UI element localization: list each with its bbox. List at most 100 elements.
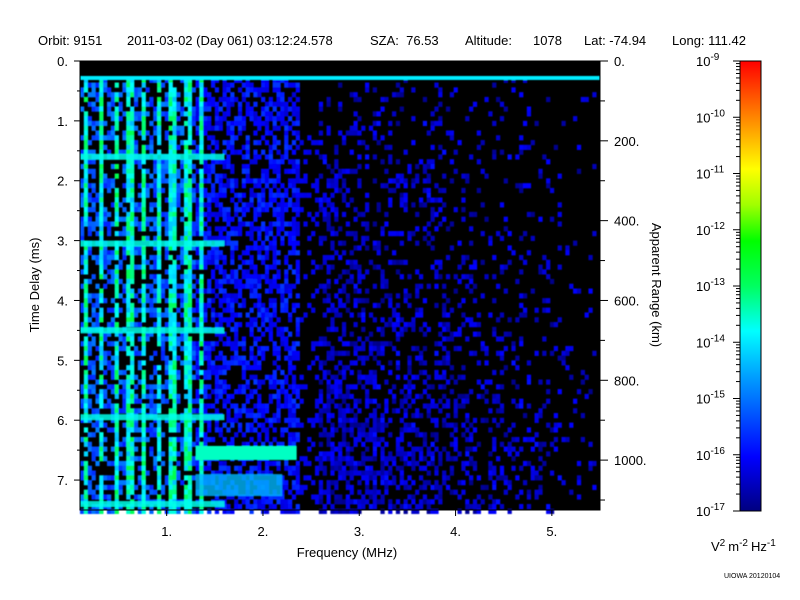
spectral-cell	[95, 312, 100, 318]
spectral-cell	[338, 173, 343, 179]
spectral-cell	[187, 307, 193, 313]
spectral-cell	[338, 417, 343, 423]
spectral-cell	[264, 154, 270, 160]
spectral-cell	[226, 101, 231, 107]
spectral-cell	[257, 408, 262, 414]
spectral-cell	[83, 389, 89, 395]
spectral-cell	[226, 336, 231, 342]
spectral-cell	[130, 408, 135, 414]
spectral-cell	[99, 403, 104, 409]
spectral-cell	[222, 288, 227, 294]
spectral-cell	[249, 106, 254, 112]
spectral-cell	[126, 82, 131, 88]
spectral-cell	[110, 101, 116, 107]
spectral-cell	[422, 360, 428, 366]
spectral-cell	[99, 221, 104, 227]
spectral-cell	[218, 211, 223, 218]
spectral-cell	[114, 293, 119, 299]
spectral-cell	[172, 116, 177, 122]
spectral-cell	[99, 173, 104, 179]
spectral-cell	[180, 480, 185, 486]
spectral-cell	[384, 168, 389, 174]
spectral-cell	[145, 283, 150, 289]
spectral-cell	[522, 120, 528, 127]
spectral-cell	[442, 187, 447, 194]
spectral-cell	[237, 216, 243, 222]
spectral-cell	[322, 207, 327, 213]
spectral-cell	[488, 470, 493, 476]
spectral-cell	[157, 456, 162, 462]
spectral-cell	[534, 317, 539, 323]
spectral-cell	[349, 432, 354, 438]
spectral-cell	[172, 345, 177, 352]
spectral-cell	[284, 480, 289, 486]
spectral-cell	[203, 403, 208, 409]
spectral-cell	[276, 408, 281, 414]
spectral-cell	[214, 101, 220, 107]
spectral-cell	[176, 168, 181, 174]
spectral-cell	[168, 82, 173, 88]
spectral-cell	[453, 274, 458, 280]
spectral-cell	[99, 116, 104, 122]
spectral-cell	[407, 369, 412, 376]
spectral-cell	[245, 245, 250, 251]
spectral-cell	[395, 465, 401, 471]
spectral-cell	[338, 413, 343, 419]
spectral-cell	[295, 250, 300, 256]
spectral-cell	[187, 403, 193, 409]
spectral-cell	[149, 101, 154, 107]
spectral-cell	[83, 111, 89, 117]
spectral-cell	[588, 465, 593, 471]
spectral-cell	[280, 202, 285, 208]
spectral-cell	[268, 264, 273, 270]
spectral-cell	[492, 120, 497, 127]
spectral-cell	[83, 307, 89, 313]
spectral-cell	[318, 480, 324, 486]
spectral-cell	[261, 408, 266, 414]
spectral-cell	[565, 436, 570, 443]
spectral-cell	[496, 231, 501, 237]
spectral-cell	[95, 82, 100, 88]
spectral-cell	[380, 269, 385, 275]
spectral-cell	[442, 475, 447, 481]
spectral-cell	[137, 350, 143, 356]
spectral-cell	[126, 211, 131, 218]
spectral-cell	[403, 427, 408, 433]
spectral-cell	[207, 168, 212, 174]
spectral-cell	[334, 484, 339, 491]
spectral-cell	[542, 154, 547, 160]
spectral-cell	[157, 441, 162, 447]
spectral-cell	[388, 504, 393, 510]
spectral-cell	[422, 465, 428, 471]
spectral-cell	[295, 278, 300, 285]
spectral-cell	[288, 403, 293, 409]
spectral-cell	[114, 163, 119, 170]
spectral-cell	[241, 183, 247, 189]
spectral-cell	[264, 264, 270, 270]
spectral-cell	[295, 240, 300, 246]
spectral-cell	[403, 293, 408, 299]
spectral-cell	[184, 451, 189, 457]
spectral-cell	[110, 221, 116, 227]
spectral-cell	[168, 408, 173, 414]
spectral-cell	[461, 365, 466, 371]
spectral-cell	[130, 82, 135, 88]
spectral-cell	[237, 355, 243, 361]
spectral-cell	[195, 111, 200, 117]
spectral-cell	[214, 173, 220, 179]
spectral-cell	[434, 465, 439, 471]
spectral-cell	[195, 202, 200, 208]
spectral-cell	[230, 312, 235, 318]
spectral-cell	[214, 259, 220, 265]
spectral-cell	[91, 125, 96, 131]
spectral-cell	[106, 254, 112, 261]
spectral-cell	[187, 140, 193, 146]
spectral-cell	[126, 274, 131, 280]
spectral-cell	[288, 489, 293, 495]
spectral-cell	[106, 398, 112, 404]
spectral-cell	[195, 259, 200, 265]
spectral-cell	[141, 341, 146, 347]
spectral-cell	[403, 259, 408, 265]
spectral-cell	[99, 274, 104, 280]
spectral-cell	[353, 413, 358, 419]
